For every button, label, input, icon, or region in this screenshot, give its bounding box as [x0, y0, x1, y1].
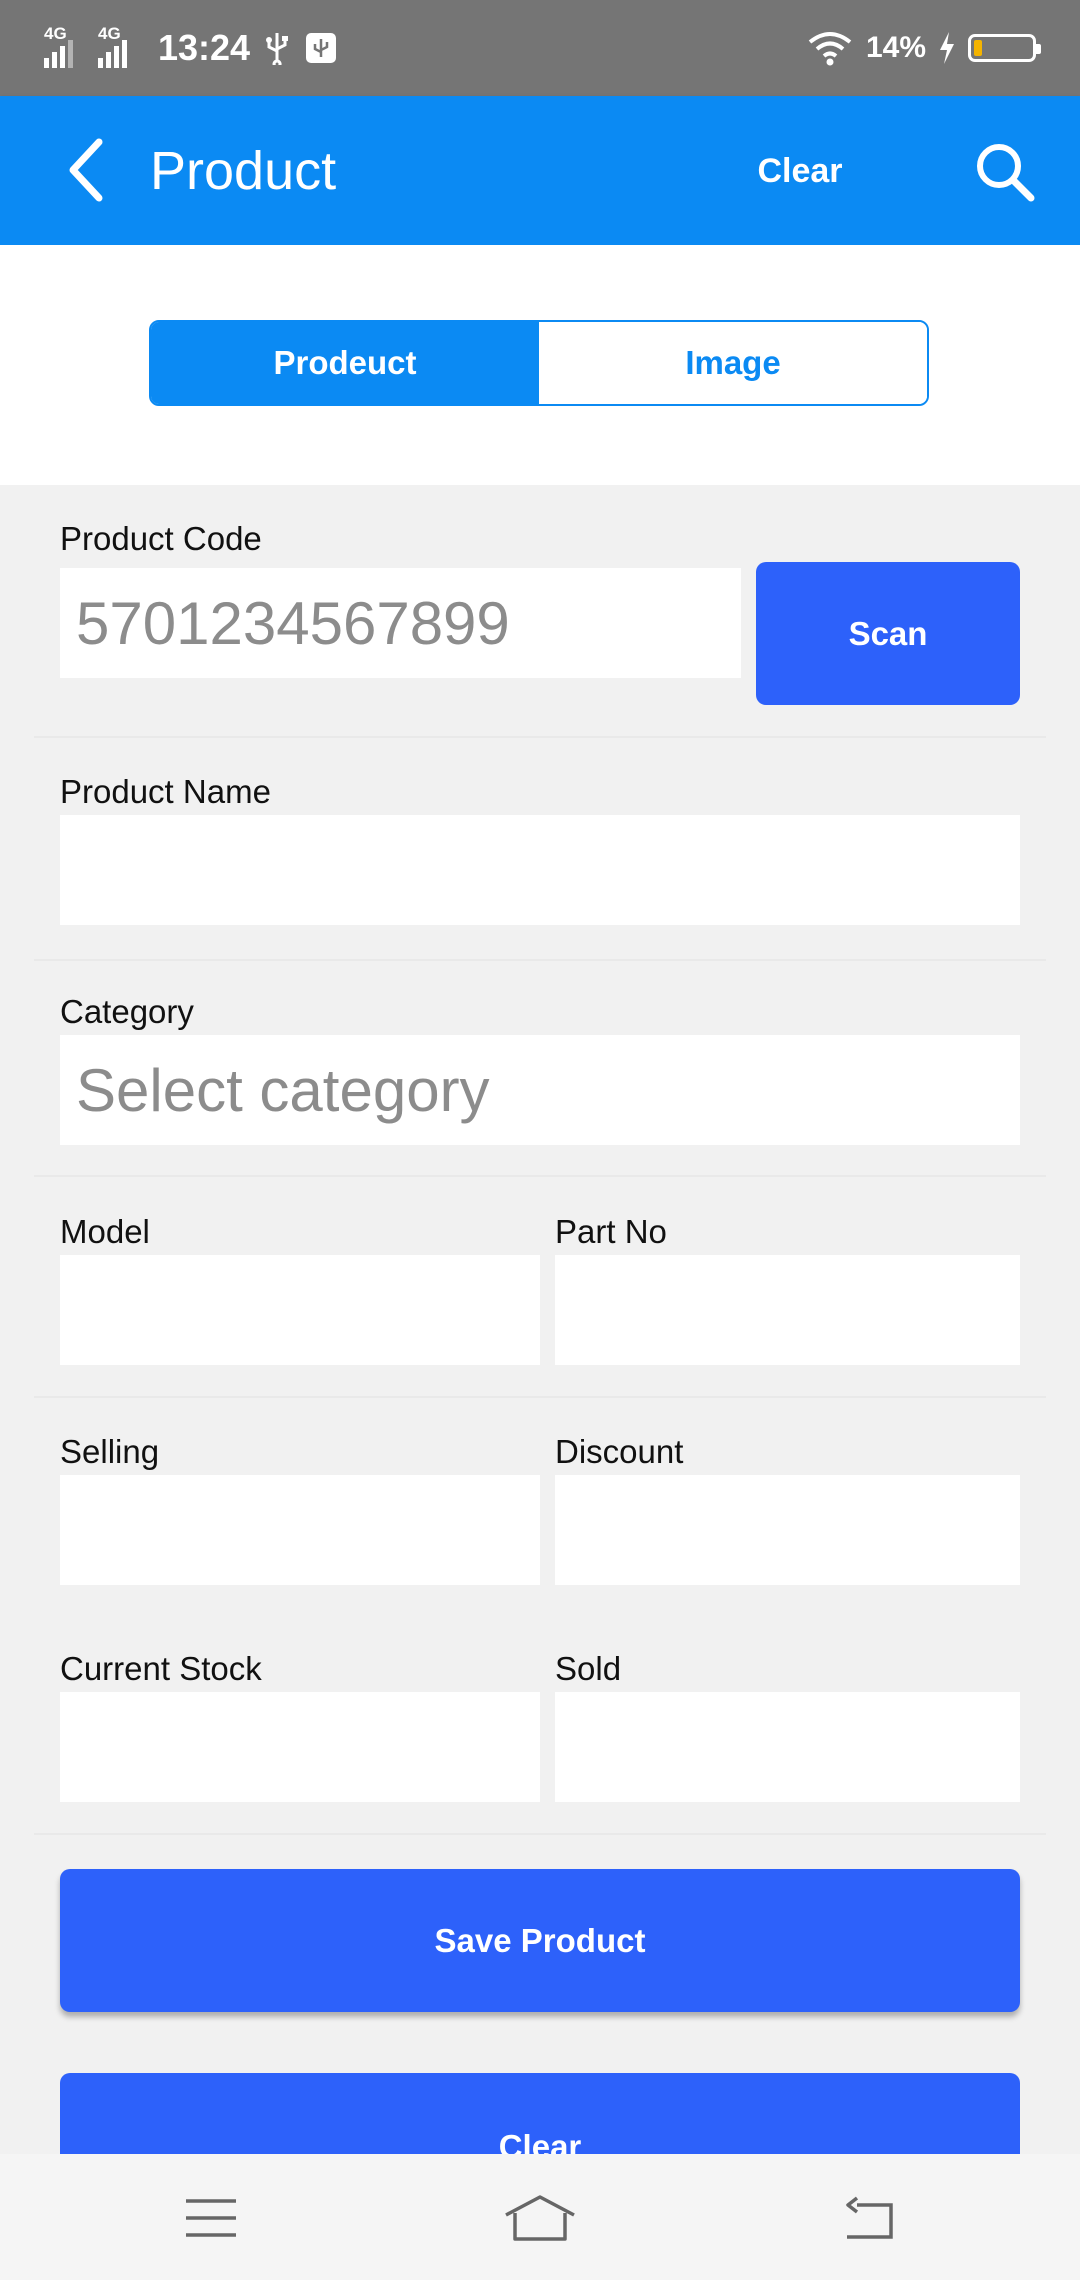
- back-nav-button[interactable]: [829, 2188, 909, 2248]
- battery-icon: [968, 34, 1041, 62]
- product-code-input[interactable]: [60, 568, 741, 678]
- model-label: Model: [60, 1213, 150, 1250]
- menu-icon: [186, 2199, 236, 2237]
- current-stock-label: Current Stock: [60, 1650, 262, 1687]
- charging-icon: [940, 32, 954, 64]
- system-nav-bar: [0, 2154, 1080, 2280]
- segmented-tabs: Prodeuct Image: [149, 320, 929, 406]
- status-bar: 4G 4G 13:24 14%: [0, 0, 1080, 96]
- menu-nav-button[interactable]: [171, 2188, 251, 2248]
- category-label: Category: [60, 993, 194, 1030]
- battery-percent: 14%: [865, 31, 926, 64]
- back-arrow-icon: [69, 138, 103, 202]
- discount-input[interactable]: [555, 1475, 1020, 1585]
- divider: [34, 736, 1046, 738]
- tab-product[interactable]: Prodeuct: [151, 322, 539, 404]
- usb-icon: [266, 33, 289, 65]
- signal-icon: 4G: [44, 24, 84, 68]
- scan-button[interactable]: Scan: [756, 562, 1020, 705]
- selling-label: Selling: [60, 1433, 160, 1470]
- search-icon: [977, 144, 1035, 202]
- product-name-input[interactable]: [60, 815, 1020, 925]
- divider: [34, 959, 1046, 961]
- usb-debug-icon: [306, 33, 337, 63]
- app-bar: Product Clear: [0, 96, 1080, 245]
- back-button[interactable]: [50, 134, 120, 206]
- clear-action-button[interactable]: Clear: [740, 146, 860, 196]
- home-icon: [505, 2195, 575, 2241]
- current-stock-input[interactable]: [60, 1692, 540, 1802]
- product-code-label: Product Code: [60, 520, 262, 557]
- page-title: Product: [150, 141, 337, 201]
- divider: [34, 1396, 1046, 1398]
- sold-label: Sold: [555, 1650, 622, 1687]
- wifi-icon: [808, 32, 852, 66]
- product-name-label: Product Name: [60, 773, 271, 810]
- back-icon: [846, 2196, 893, 2239]
- signal-icon-2: 4G: [98, 24, 138, 68]
- save-product-button[interactable]: Save Product: [60, 1869, 1020, 2012]
- sold-input[interactable]: [555, 1692, 1020, 1802]
- home-nav-button[interactable]: [500, 2188, 580, 2248]
- battery-fill: [974, 40, 982, 56]
- tab-image[interactable]: Image: [539, 322, 927, 404]
- model-input[interactable]: [60, 1255, 540, 1365]
- divider: [34, 1833, 1046, 1835]
- status-left: 4G 4G 13:24: [44, 22, 338, 74]
- search-button[interactable]: [965, 134, 1045, 210]
- divider: [34, 1175, 1046, 1177]
- part-no-label: Part No: [555, 1213, 667, 1250]
- selling-input[interactable]: [60, 1475, 540, 1585]
- status-time: 13:24: [158, 27, 251, 68]
- status-right: 14%: [806, 22, 1041, 74]
- category-select[interactable]: [60, 1035, 1020, 1145]
- discount-label: Discount: [555, 1433, 684, 1470]
- tab-area: Prodeuct Image: [0, 245, 1080, 485]
- part-no-input[interactable]: [555, 1255, 1020, 1365]
